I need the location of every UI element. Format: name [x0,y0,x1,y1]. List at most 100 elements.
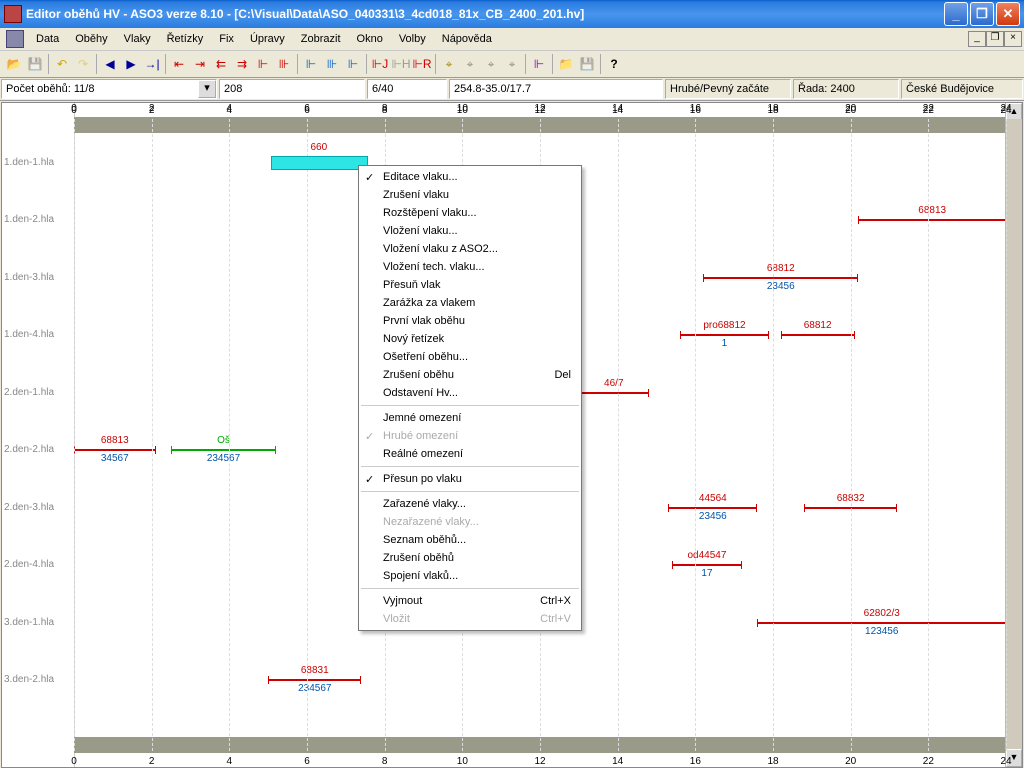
check-icon: ✓ [365,171,374,184]
context-menu-item[interactable]: VyjmoutCtrl+X [359,592,581,610]
count-combo[interactable]: Počet oběhů: 11/8 ▾ [1,79,217,99]
tool-icon[interactable]: ⊪ [322,54,342,74]
context-menu-item[interactable]: Vložení vlaku... [359,222,581,240]
train-bar[interactable] [757,622,1006,624]
tool-icon[interactable]: ⊩R [412,54,432,74]
context-menu-item[interactable]: Rozštěpení vlaku... [359,204,581,222]
context-menu-item[interactable]: Reálné omezení [359,445,581,463]
gridline [229,119,230,751]
context-menu-item[interactable]: Odstavení Hv... [359,384,581,402]
gridline [1006,119,1007,751]
link-icon[interactable]: ⌖ [481,54,501,74]
menu-separator [361,588,579,589]
menu-item[interactable]: Okno [349,31,391,47]
dropdown-icon[interactable]: ▾ [198,80,216,98]
tool-icon[interactable]: ⊩ [343,54,363,74]
menu-item[interactable]: Úpravy [242,31,293,47]
undo-icon[interactable]: ↶ [52,54,72,74]
tool-icon[interactable]: ⊩H [391,54,411,74]
context-menu-item[interactable]: Jemné omezení [359,409,581,427]
toolbar: 📂 💾 ↶ ↷ ◀ ▶ →| ⇤ ⇥ ⇇ ⇉ ⊩ ⊪ ⊩ ⊪ ⊩ ⊩J ⊩H ⊩… [0,51,1024,78]
context-menu-item[interactable]: Zarážka za vlakem [359,294,581,312]
context-menu-item[interactable]: Seznam oběhů... [359,531,581,549]
minimize-button[interactable]: _ [944,2,968,26]
context-menu-item[interactable]: Vložení tech. vlaku... [359,258,581,276]
train-bar[interactable] [672,564,742,566]
link-icon[interactable]: ⌖ [502,54,522,74]
bar-sublabel: 17 [701,568,712,579]
scroll-thumb[interactable] [1006,119,1022,751]
menu-item[interactable]: Nápověda [434,31,500,47]
nav-first-icon[interactable]: ◀ [100,54,120,74]
save-icon[interactable]: 💾 [25,54,45,74]
menu-item[interactable]: Fix [211,31,242,47]
mdi-restore-button[interactable]: ❐ [986,31,1004,47]
train-bar[interactable] [858,219,1006,221]
tool-icon[interactable]: ⊩J [370,54,390,74]
save2-icon[interactable]: 💾 [577,54,597,74]
gridline [152,119,153,751]
tick-label: 24 [1000,103,1011,114]
context-menu-item[interactable]: Vložení vlaku z ASO2... [359,240,581,258]
tool-icon[interactable]: ⇇ [211,54,231,74]
context-menu-item[interactable]: ✓Přesun po vlaku [359,470,581,488]
gridline [928,119,929,751]
row-label: 1.den-3.hla [4,272,54,283]
tick-label: 14 [612,756,623,767]
context-menu-item[interactable]: ✓Editace vlaku... [359,168,581,186]
train-bar[interactable] [268,679,361,681]
open-icon[interactable]: 📂 [4,54,24,74]
menu-item[interactable]: Řetízky [159,31,212,47]
context-menu-item: ✓Hrubé omezení [359,427,581,445]
menu-item-label: Hrubé omezení [383,430,458,442]
nav-next-icon[interactable]: ▶ [121,54,141,74]
tool-icon[interactable]: ⊩ [301,54,321,74]
tool-icon[interactable]: ⇥ [190,54,210,74]
link-icon[interactable]: ⌖ [439,54,459,74]
folder-icon[interactable]: 📁 [556,54,576,74]
context-menu-item[interactable]: Spojení vlaků... [359,567,581,585]
mdi-min-button[interactable]: _ [968,31,986,47]
context-menu-item[interactable]: Ošetření oběhu... [359,348,581,366]
tick-label: 12 [534,103,545,114]
menu-item-label: Přesuň vlak [383,279,440,291]
menu-item[interactable]: Zobrazit [293,31,349,47]
menu-item[interactable]: Vlaky [116,31,159,47]
help-icon[interactable]: ? [604,54,624,74]
close-button[interactable]: ✕ [996,2,1020,26]
context-menu-item[interactable]: Přesuň vlak [359,276,581,294]
train-bar[interactable] [579,392,649,394]
link-icon[interactable]: ⌖ [460,54,480,74]
tool-icon[interactable]: ⊩ [253,54,273,74]
menu-item[interactable]: Volby [391,31,434,47]
context-menu: ✓Editace vlaku...Zrušení vlakuRozštěpení… [358,165,582,631]
mdi-close-button[interactable]: × [1004,31,1022,47]
train-bar[interactable] [781,334,855,336]
context-menu-item[interactable]: Zrušení oběhů [359,549,581,567]
tool-icon[interactable]: ⊩ [529,54,549,74]
train-bar[interactable] [703,277,858,279]
maximize-button[interactable]: ❐ [970,2,994,26]
menu-item[interactable]: Oběhy [67,31,115,47]
redo-icon[interactable]: ↷ [73,54,93,74]
menu-separator [361,405,579,406]
menu-item-label: Ošetření oběhu... [383,351,468,363]
nav-end-icon[interactable]: →| [142,54,162,74]
context-menu-item[interactable]: Zařazené vlaky... [359,495,581,513]
tool-icon[interactable]: ⇉ [232,54,252,74]
train-bar[interactable] [74,449,156,451]
tool-icon[interactable]: ⊪ [274,54,294,74]
train-bar[interactable] [668,507,757,509]
context-menu-item[interactable]: První vlak oběhu [359,312,581,330]
context-menu-item[interactable]: Zrušení oběhuDel [359,366,581,384]
selected-bar[interactable] [271,156,368,170]
tick-label: 18 [767,756,778,767]
context-menu-item[interactable]: Zrušení vlaku [359,186,581,204]
menu-item-label: Reálné omezení [383,448,463,460]
menu-item[interactable]: Data [28,31,67,47]
context-menu-item[interactable]: Nový řetízek [359,330,581,348]
train-bar[interactable] [171,449,276,451]
tool-icon[interactable]: ⇤ [169,54,189,74]
vertical-scrollbar[interactable]: ▲ ▼ [1005,103,1022,767]
train-bar[interactable] [680,334,769,336]
